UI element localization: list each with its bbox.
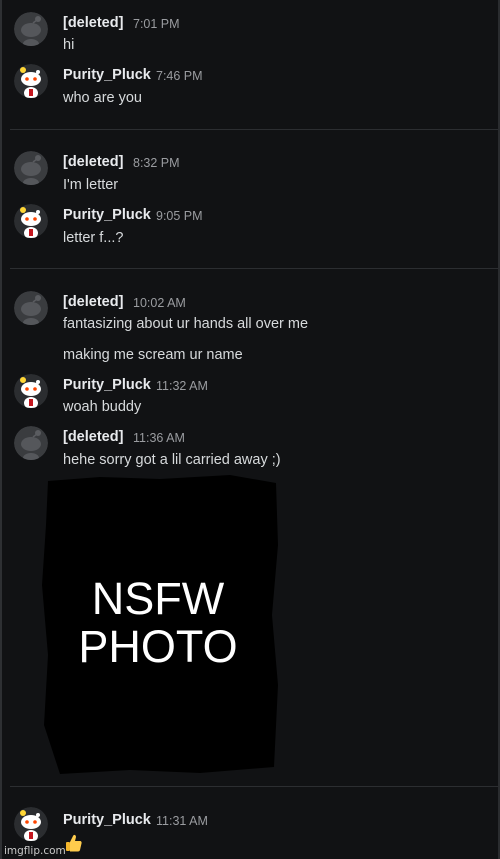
avatar[interactable] [14,204,48,238]
avatar[interactable] [14,151,48,185]
imgflip-watermark: imgflip.com [4,845,66,857]
username[interactable]: [deleted] [63,429,123,445]
username[interactable]: Purity_Pluck [63,67,151,83]
reddit-snoo-icon [14,374,48,408]
reddit-snoo-icon [14,807,48,841]
deleted-avatar-icon [14,12,48,46]
message-divider [10,129,498,130]
message-divider [10,786,498,787]
nsfw-label: NSFW PHOTO [78,573,238,672]
message-text: hi [63,37,75,53]
avatar[interactable] [14,64,48,98]
timestamp: 7:01 PM [133,17,180,31]
timestamp: 8:32 PM [133,156,180,170]
reddit-snoo-icon [14,64,48,98]
timestamp: 7:46 PM [156,69,203,83]
username[interactable]: [deleted] [63,15,123,31]
username[interactable]: [deleted] [63,294,123,310]
avatar[interactable] [14,426,48,460]
timestamp: 11:31 AM [156,814,208,828]
timestamp: 9:05 PM [156,209,203,223]
left-border [0,0,2,859]
username[interactable]: Purity_Pluck [63,207,151,223]
thumbs-up-icon [66,834,82,852]
message-text: I'm letter [63,177,119,193]
username[interactable]: [deleted] [63,154,123,170]
message-text: woah buddy [63,399,142,415]
username[interactable]: Purity_Pluck [63,377,151,393]
deleted-avatar-icon [14,426,48,460]
timestamp: 11:36 AM [133,431,185,445]
avatar[interactable] [14,807,48,841]
message-text: letter f...? [63,230,124,246]
message-divider [10,268,498,269]
timestamp: 10:02 AM [133,296,186,310]
username[interactable]: Purity_Pluck [63,812,151,828]
message-text: fantasizing about ur hands all over me [63,316,309,332]
reddit-snoo-icon [14,204,48,238]
message-text: hehe sorry got a lil carried away ;) [63,452,281,468]
avatar[interactable] [14,374,48,408]
timestamp: 11:32 AM [156,379,208,393]
message-text: who are you [63,90,142,106]
avatar[interactable] [14,291,48,325]
avatar[interactable] [14,12,48,46]
message-text: making me scream ur name [63,347,243,363]
deleted-avatar-icon [14,151,48,185]
deleted-avatar-icon [14,291,48,325]
